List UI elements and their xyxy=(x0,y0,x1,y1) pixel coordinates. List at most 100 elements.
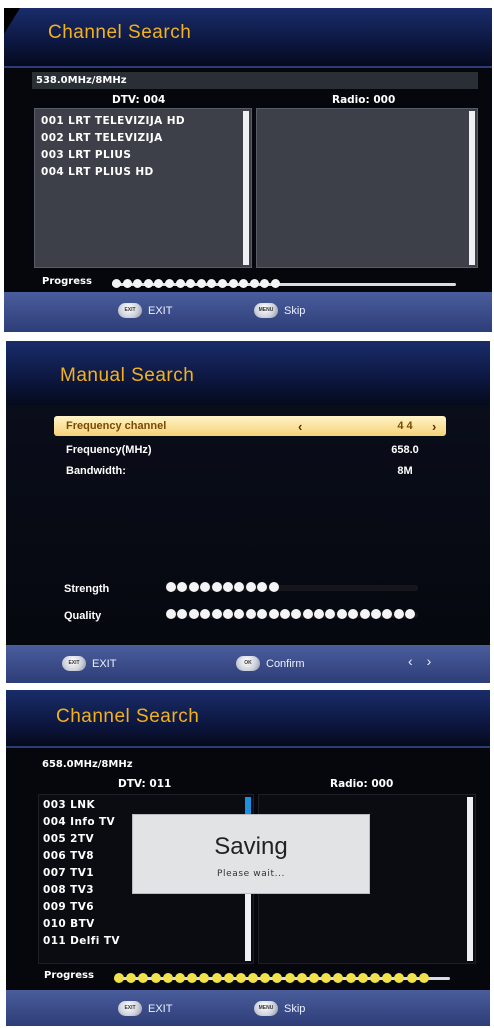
skip-button[interactable]: MENU Skip xyxy=(254,303,305,318)
menu-key-icon: MENU xyxy=(254,303,278,318)
exit-label: EXIT xyxy=(92,657,117,670)
progress-dot xyxy=(272,973,283,983)
quality-label: Quality xyxy=(64,610,102,622)
manual-search-screen: Manual Search Frequency channel ‹ 4 4 › … xyxy=(6,341,490,683)
channel-list-item[interactable]: 006 TV8 xyxy=(43,848,120,865)
progress-dot xyxy=(186,279,196,288)
progress-dot xyxy=(357,973,368,983)
progress-bar xyxy=(112,279,282,288)
exit-button[interactable]: EXIT EXIT xyxy=(118,1001,172,1016)
chevron-left-icon[interactable]: ‹ xyxy=(298,419,302,434)
progress-dot xyxy=(345,973,356,983)
saving-message: Please wait... xyxy=(217,869,285,879)
progress-dot xyxy=(257,582,268,592)
progress-dot xyxy=(336,609,347,619)
tv-channel-list: 001 LRT TELEVIZIJA HD 002 LRT TELEVIZIJA 0… xyxy=(41,113,185,181)
skip-button[interactable]: MENU Skip xyxy=(254,1001,305,1016)
progress-dot xyxy=(200,609,211,619)
channel-list-item[interactable]: 007 TV1 xyxy=(43,865,120,882)
progress-dot xyxy=(309,973,319,983)
frequency-channel-label: Frequency channel xyxy=(66,420,167,432)
bandwidth-value: 8M xyxy=(397,465,413,477)
scrollbar[interactable] xyxy=(469,111,475,265)
progress-dot xyxy=(279,609,290,619)
channel-list-item[interactable]: 011 Delfi TV xyxy=(43,933,120,950)
progress-label: Progress xyxy=(44,970,94,981)
frequency-channel-value: 4 4 xyxy=(397,420,413,432)
progress-dot xyxy=(382,973,393,983)
progress-dot xyxy=(207,279,217,288)
progress-dot xyxy=(222,582,233,592)
progress-dot xyxy=(188,609,199,619)
progress-dot xyxy=(371,609,382,619)
progress-dot xyxy=(166,582,176,592)
channel-list-item[interactable]: 003 LNK xyxy=(43,797,120,814)
exit-button[interactable]: EXIT EXIT xyxy=(118,303,172,318)
progress-dot xyxy=(268,582,279,592)
strength-meter xyxy=(166,582,280,592)
channel-list-item[interactable]: 004 Info TV xyxy=(43,814,120,831)
channel-list-item[interactable]: 005 2TV xyxy=(43,831,120,848)
bandwidth-label: Bandwidth: xyxy=(66,465,126,477)
channel-list-item[interactable]: 001 LRT TELEVIZIJA HD xyxy=(41,113,185,130)
tv-channel-list: 003 LNK 004 Info TV 005 2TV 006 TV8 007 TV1 0… xyxy=(43,797,120,950)
progress-dot xyxy=(162,973,173,983)
scrollbar[interactable] xyxy=(467,797,473,961)
progress-dot xyxy=(150,973,161,983)
footer-bar: EXIT EXIT OK Confirm ‹ › xyxy=(6,645,490,683)
channel-list-item[interactable]: 004 LRT PLIUS HD xyxy=(41,164,185,181)
progress-dot xyxy=(314,609,325,619)
progress-dot xyxy=(138,973,149,983)
dtv-count: DTV: 004 xyxy=(112,94,166,106)
chevron-right-icon[interactable]: › xyxy=(427,653,432,669)
progress-dot xyxy=(268,609,279,619)
bandwidth-row[interactable]: Bandwidth: 8M xyxy=(54,461,446,481)
exit-key-icon: EXIT xyxy=(118,1001,142,1016)
exit-label: EXIT xyxy=(148,1002,173,1015)
scrollbar[interactable] xyxy=(243,111,249,265)
strength-label: Strength xyxy=(64,583,110,595)
channel-list-item[interactable]: 008 TV3 xyxy=(43,882,120,899)
chevron-right-icon[interactable]: › xyxy=(432,419,436,434)
progress-dot xyxy=(177,582,188,592)
channel-list-item[interactable]: 003 LRT PLIUS xyxy=(41,147,185,164)
frequency-mhz-row[interactable]: Frequency(MHz) 658.0 xyxy=(54,440,446,460)
progress-dot xyxy=(405,609,416,619)
progress-dot xyxy=(126,973,137,983)
left-right-navigation[interactable]: ‹ › xyxy=(408,653,431,669)
exit-button[interactable]: EXIT EXIT xyxy=(62,656,116,671)
progress-dot xyxy=(223,973,234,983)
footer-bar: EXIT EXIT MENU Skip xyxy=(6,990,490,1026)
progress-dot xyxy=(175,279,185,288)
progress-dot xyxy=(325,609,336,619)
progress-dot xyxy=(284,973,295,983)
progress-dot xyxy=(270,279,280,288)
channel-list-item[interactable]: 002 LRT TELEVIZIJA xyxy=(41,130,185,147)
progress-dot xyxy=(257,609,268,619)
confirm-button[interactable]: OK Confirm xyxy=(236,656,305,671)
progress-dot xyxy=(200,582,211,592)
quality-meter xyxy=(166,609,417,619)
progress-dot xyxy=(211,973,222,983)
frequency-channel-row[interactable]: Frequency channel ‹ 4 4 › xyxy=(54,416,446,436)
channel-list-item[interactable]: 009 TV6 xyxy=(43,899,120,916)
progress-dot xyxy=(234,609,245,619)
progress-dot xyxy=(249,279,259,288)
progress-dot xyxy=(394,973,405,983)
progress-dot xyxy=(321,973,332,983)
progress-dot xyxy=(245,609,256,619)
progress-dot xyxy=(234,582,245,592)
chevron-left-icon[interactable]: ‹ xyxy=(408,653,413,669)
channel-list-item[interactable]: 010 BTV xyxy=(43,916,120,933)
menu-key-icon: MENU xyxy=(254,1001,278,1016)
progress-dot xyxy=(143,279,153,288)
progress-dot xyxy=(199,973,210,983)
page-title: Channel Search xyxy=(48,22,192,43)
tv-channel-list-panel: 001 LRT TELEVIZIJA HD 002 LRT TELEVIZIJA 0… xyxy=(34,108,252,268)
page-title: Manual Search xyxy=(60,365,195,386)
progress-dot xyxy=(406,973,417,983)
progress-dot xyxy=(122,279,132,288)
progress-dot xyxy=(112,279,121,288)
page-title: Channel Search xyxy=(56,706,200,727)
exit-label: EXIT xyxy=(148,304,173,317)
